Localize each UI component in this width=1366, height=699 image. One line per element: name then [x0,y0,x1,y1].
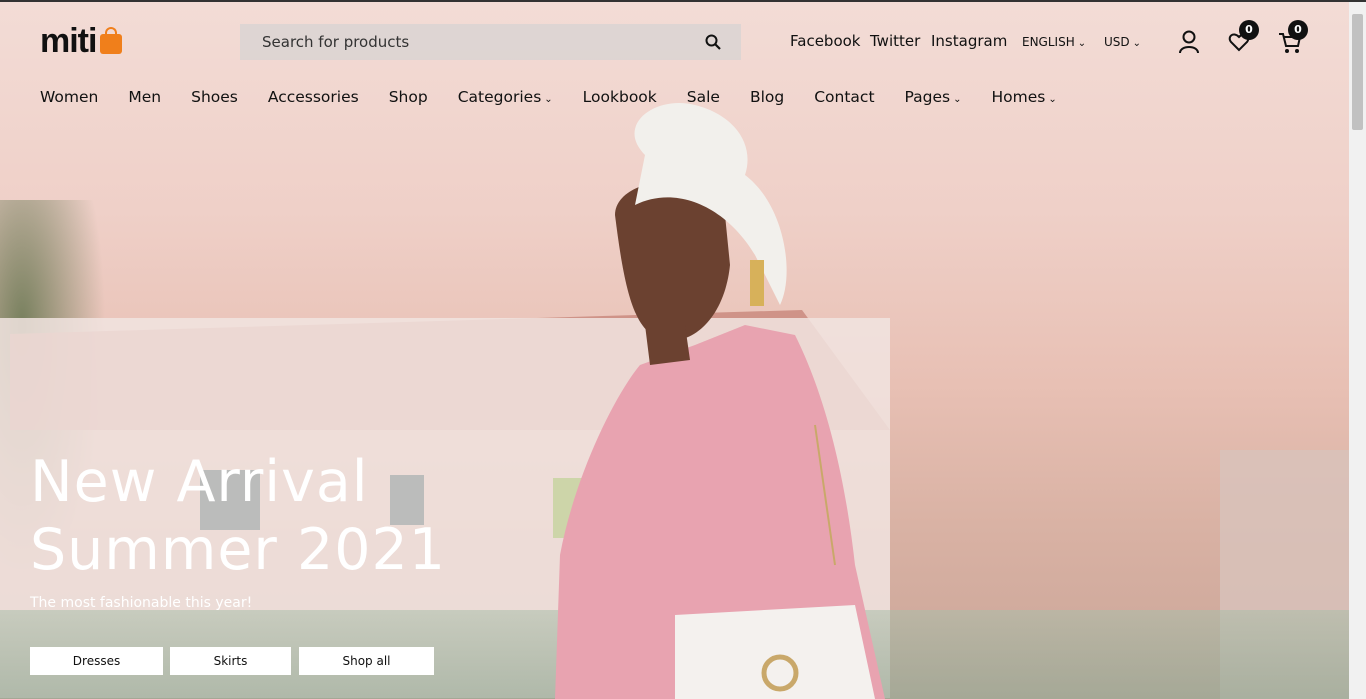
hero-title: New Arrival Summer 2021 [30,448,446,584]
dresses-button[interactable]: Dresses [30,647,163,675]
account-icon[interactable] [1178,30,1200,54]
nav-item-sale[interactable]: Sale [687,88,720,106]
search-icon[interactable] [705,34,721,50]
nav-item-accessories[interactable]: Accessories [268,88,359,106]
window-top-border [0,0,1366,2]
nav-item-homes[interactable]: Homes ⌄ [992,88,1057,106]
nav-item-contact[interactable]: Contact [814,88,874,106]
brand-name: miti [40,22,97,60]
language-value: ENGLISH [1022,35,1075,49]
skirts-button[interactable]: Skirts [170,647,291,675]
nav-item-label: Pages [904,88,951,106]
nav-item-categories[interactable]: Categories ⌄ [458,88,553,106]
hero-subtitle: The most fashionable this year! [30,595,253,611]
nav-item-pages[interactable]: Pages ⌄ [905,88,962,106]
language-selector[interactable]: ENGLISH ⌄ [1022,35,1086,49]
model-photo [555,103,885,699]
facebook-link[interactable]: Facebook [790,32,860,50]
main-navigation: Women Men Shoes Accessories Shop Categor… [40,88,1087,106]
nav-item-label: Categories [457,88,542,106]
search-input[interactable] [260,32,684,52]
nav-item-blog[interactable]: Blog [750,88,784,106]
hero-title-line2: Summer 2021 [30,517,447,583]
chevron-down-icon: ⌄ [1048,94,1057,105]
shop-all-button[interactable]: Shop all [299,647,434,675]
hero-title-line1: New Arrival [30,449,369,515]
wishlist-count-badge: 0 [1239,20,1259,40]
chevron-down-icon: ⌄ [953,94,962,105]
twitter-link[interactable]: Twitter [870,32,920,50]
cart-count-badge: 0 [1288,20,1308,40]
chevron-down-icon: ⌄ [1132,38,1142,49]
currency-value: USD [1104,35,1130,49]
nav-item-shop[interactable]: Shop [389,88,428,106]
scrollbar-thumb[interactable] [1352,14,1363,130]
chevron-down-icon: ⌄ [544,94,553,105]
nav-item-lookbook[interactable]: Lookbook [583,88,657,106]
chevron-down-icon: ⌄ [1077,38,1087,49]
instagram-link[interactable]: Instagram [931,32,1007,50]
search-bar [240,24,741,60]
brand-logo[interactable]: miti [40,22,123,60]
nav-item-label: Homes [991,88,1046,106]
nav-item-women[interactable]: Women [40,88,98,106]
shopping-bag-icon [100,27,123,54]
nav-item-men[interactable]: Men [128,88,161,106]
nav-item-shoes[interactable]: Shoes [191,88,238,106]
currency-selector[interactable]: USD ⌄ [1104,35,1141,49]
